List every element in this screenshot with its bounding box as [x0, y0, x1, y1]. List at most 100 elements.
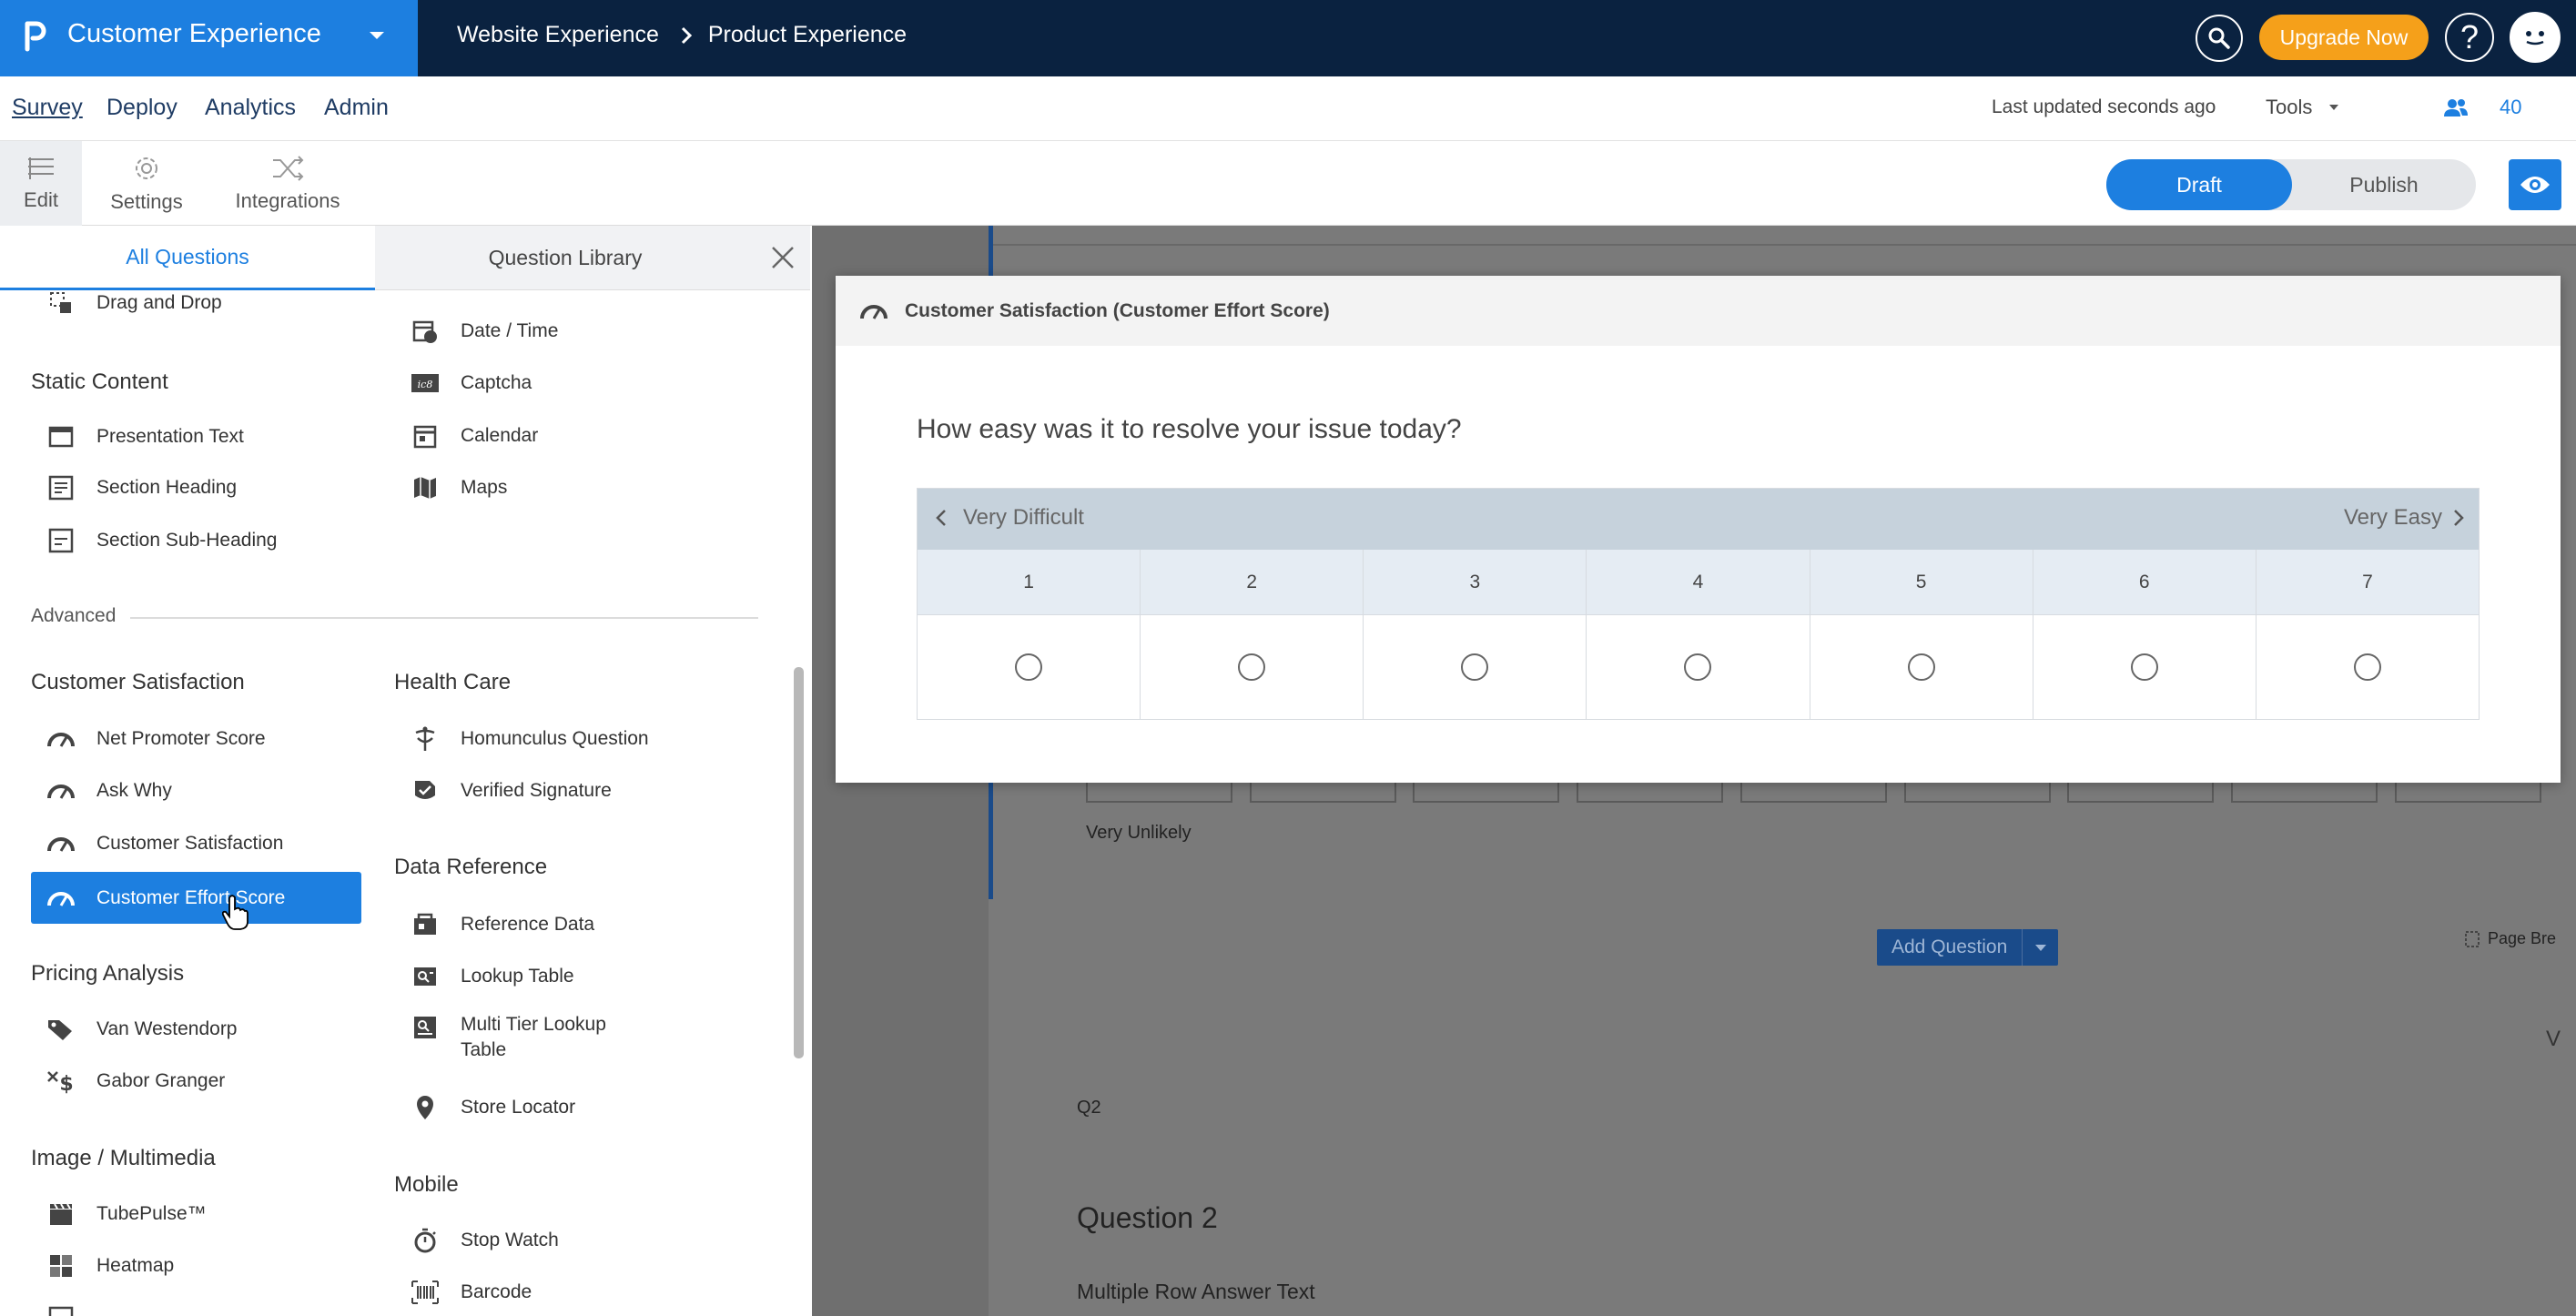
question-type-stop-watch[interactable]: Stop Watch [410, 1225, 559, 1256]
multi-tier-lookup-icon [410, 1012, 441, 1043]
question-type-verified-signature[interactable]: Verified Signature [410, 775, 612, 806]
collaborator-count[interactable]: 40 [2500, 96, 2521, 119]
question-type-barcode[interactable]: Barcode [410, 1277, 532, 1308]
drag-drop-icon [46, 288, 76, 319]
page-break-button[interactable]: Page Bre [2464, 929, 2556, 948]
question-type-multi-tier-lookup-table[interactable]: Multi Tier Lookup Table [410, 1012, 606, 1063]
tab-question-library[interactable]: Question Library [375, 226, 756, 290]
scale-radio-row [918, 615, 2479, 719]
hand-cursor-icon [222, 895, 249, 931]
question-type-customer-effort-score[interactable]: Customer Effort Score [31, 872, 361, 924]
question-type-heatmap[interactable]: Heatmap [46, 1250, 174, 1281]
calendar-clock-icon [410, 316, 441, 347]
nav-survey[interactable]: Survey [12, 95, 83, 121]
chevron-down-icon[interactable] [2022, 929, 2059, 966]
publish-button[interactable]: Publish [2292, 159, 2476, 210]
nav-analytics[interactable]: Analytics [205, 95, 296, 121]
preview-button[interactable] [2509, 159, 2561, 210]
map-icon [410, 472, 441, 503]
question-type-tubepulse[interactable]: TubePulse™ [46, 1199, 207, 1230]
nps-scale-box [2231, 781, 2378, 803]
question-type-calendar[interactable]: Calendar [410, 420, 538, 451]
users-icon[interactable] [2443, 96, 2469, 118]
nav-admin[interactable]: Admin [324, 95, 389, 121]
question-type-homunculus[interactable]: Homunculus Question [410, 724, 649, 754]
right-anchor: Very Easy [2344, 505, 2464, 531]
scale-radio-6[interactable] [2130, 653, 2158, 681]
search-icon [2207, 26, 2231, 50]
avatar[interactable] [2510, 12, 2561, 63]
heatmap-icon [46, 1250, 76, 1281]
question-type-van-westendorp[interactable]: Van Westendorp [46, 1014, 238, 1045]
question-type-maps[interactable]: Maps [410, 472, 507, 503]
question-type-section-heading[interactable]: Section Heading [46, 472, 237, 503]
question-type-store-locator[interactable]: Store Locator [410, 1092, 575, 1123]
scale-radio-5[interactable] [1907, 653, 1935, 681]
eye-icon [2519, 174, 2551, 196]
question-type-ask-why[interactable]: Ask Why [46, 775, 172, 806]
scale-radio-7[interactable] [2353, 653, 2381, 681]
settings-tool-button[interactable]: Settings [96, 141, 197, 226]
breadcrumb: Website Experience Product Experience [457, 22, 907, 48]
upgrade-now-button[interactable]: Upgrade Now [2259, 15, 2429, 60]
gauge-icon [46, 775, 76, 806]
question-type-reference-data[interactable]: Reference Data [410, 909, 594, 940]
price-tag-icon [46, 1014, 76, 1045]
scale-number-row: 1 2 3 4 5 6 7 [918, 550, 2479, 615]
panel-scrollbar[interactable] [794, 667, 804, 1058]
help-button[interactable]: ? [2445, 13, 2494, 62]
chevron-left-icon [936, 509, 963, 527]
search-button[interactable] [2196, 15, 2243, 62]
tools-dropdown[interactable]: Tools [2266, 96, 2339, 119]
gauge-icon [836, 301, 905, 321]
integrations-label: Integrations [235, 188, 340, 212]
nps-scale-box [1740, 781, 1887, 803]
integrations-tool-button[interactable]: Integrations [224, 141, 351, 226]
gauge-icon [46, 724, 76, 754]
barcode-icon [410, 1277, 441, 1308]
question-type-nps[interactable]: Net Promoter Score [46, 724, 266, 754]
captcha-icon: ic8 [410, 368, 441, 399]
left-anchor: Very Difficult [936, 505, 1084, 531]
clapperboard-icon [46, 1199, 76, 1230]
stopwatch-icon [410, 1225, 441, 1256]
question-type-gabor-granger[interactable]: $ Gabor Granger [46, 1066, 225, 1097]
draft-button[interactable]: Draft [2106, 159, 2292, 210]
question-2-answer-text[interactable]: Multiple Row Answer Text [1077, 1280, 1315, 1304]
scale-radio-3[interactable] [1461, 653, 1489, 681]
breadcrumb-product-experience[interactable]: Product Experience [708, 22, 907, 48]
nps-scale-box [1250, 781, 1396, 803]
card-divider [993, 244, 2576, 246]
main-nav: Survey Deploy Analytics Admin Last updat… [0, 76, 2576, 141]
nps-scale-box [1086, 781, 1232, 803]
scale-radio-1[interactable] [1015, 653, 1043, 681]
question-type-lookup-table[interactable]: Lookup Table [410, 961, 574, 992]
section-health-care: Health Care [394, 670, 512, 694]
question-type-presentation-text[interactable]: Presentation Text [46, 421, 244, 452]
scale-radio-2[interactable] [1238, 653, 1266, 681]
tab-all-questions[interactable]: All Questions [0, 226, 375, 290]
breadcrumb-website-experience[interactable]: Website Experience [457, 22, 659, 48]
nav-deploy[interactable]: Deploy [106, 95, 177, 121]
advanced-divider [130, 617, 758, 619]
question-type-customer-satisfaction[interactable]: Customer Satisfaction [46, 828, 283, 859]
question-type-date-time[interactable]: Date / Time [410, 316, 558, 347]
panel-tabs: All Questions Question Library [0, 226, 812, 290]
page-break-icon [2464, 930, 2488, 948]
scale-label: 5 [1810, 550, 2033, 614]
section-static-content: Static Content [31, 369, 168, 394]
chevron-right-icon [2442, 509, 2464, 527]
caduceus-icon [410, 724, 441, 754]
question-types-panel: All Questions Question Library Drag and … [0, 226, 812, 1316]
question-type-drag-drop[interactable]: Drag and Drop [46, 288, 222, 319]
question-preview-popup: Customer Satisfaction (Customer Effort S… [836, 276, 2561, 783]
close-panel-button[interactable] [756, 226, 810, 290]
question-type-hotspot[interactable] [46, 1303, 96, 1316]
question-2-title[interactable]: Question 2 [1077, 1201, 1218, 1235]
add-question-button[interactable]: Add Question [1877, 929, 2059, 966]
product-switcher[interactable]: Customer Experience [0, 0, 418, 76]
scale-radio-4[interactable] [1684, 653, 1712, 681]
question-type-captcha[interactable]: ic8 Captcha [410, 368, 532, 399]
edit-tool-button[interactable]: Edit [0, 141, 82, 226]
question-type-section-subheading[interactable]: Section Sub-Heading [46, 525, 277, 556]
